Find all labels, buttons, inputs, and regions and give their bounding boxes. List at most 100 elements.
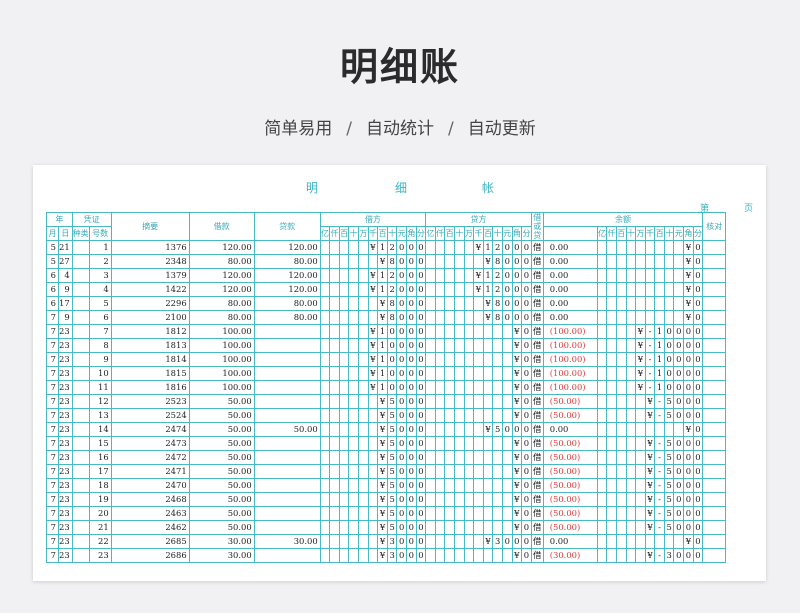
cell-credit-digit (463, 296, 475, 311)
cell-balance-digit (606, 450, 617, 465)
cell-balance-digit: 0 (692, 240, 704, 255)
cell-credit-digit (501, 464, 513, 479)
cell-credit-digit (492, 352, 503, 367)
cell-direction: 借 (530, 464, 544, 479)
cell-balance-digit (606, 324, 617, 339)
cell-day: 17 (58, 296, 73, 311)
cell-voucher-number: 19 (88, 492, 112, 507)
cell-credit-digit: 0 (521, 520, 532, 535)
cell-credit-digit (444, 520, 455, 535)
cell-balance-digit (615, 478, 627, 493)
cell-balance-digit: - (654, 450, 665, 465)
cell-debit-digit: 0 (415, 408, 427, 423)
cell-balance-digit (635, 254, 646, 269)
cell-balance-digit: 0 (673, 520, 685, 535)
cell-debit-digit (319, 296, 331, 311)
cell-debit-digit (338, 548, 350, 563)
cell-credit-digit (501, 548, 513, 563)
cell-credit-digit (434, 436, 446, 451)
cell-credit-digit (473, 548, 484, 563)
cell-debit-digit (319, 338, 331, 353)
header-kind: 种类 (71, 226, 90, 241)
cell-balance-digit (625, 506, 637, 521)
cell-debit-digit: 0 (415, 338, 427, 353)
cell-check (702, 422, 727, 437)
cell-direction: 借 (530, 366, 544, 381)
cell-credit-digit (473, 310, 484, 325)
cell-credit-digit (492, 338, 503, 353)
cell-debit-digit: 0 (415, 324, 427, 339)
cell-debit-digit (348, 520, 360, 535)
cell-credit-digit (492, 506, 503, 521)
cell-credit-digit: 0 (521, 450, 532, 465)
cell-debit-digit (348, 394, 360, 409)
cell-credit-digit (473, 436, 484, 451)
cell-voucher-number: 12 (88, 394, 112, 409)
tag-separator: / (448, 119, 454, 139)
cell-balance-digit (635, 268, 646, 283)
cell-debit-digit (358, 240, 369, 255)
cell-credit-digit (463, 366, 475, 381)
cell-balance-digit: 0 (692, 408, 704, 423)
cell-debit-digit: ¥ (367, 282, 379, 297)
cell-debit-digit (319, 478, 331, 493)
cell-debit-digit: ¥ (377, 492, 388, 507)
cell-balance-digit: 0 (683, 464, 694, 479)
cell-month: 7 (46, 338, 59, 353)
cell-balance-digit (596, 324, 608, 339)
cell-credit-digit (425, 282, 436, 297)
cell-debit-digit: 0 (406, 408, 417, 423)
cell-balance-digit (615, 240, 627, 255)
cell-debit: 100.00 (188, 352, 255, 367)
cell-credit-digit (473, 380, 484, 395)
cell-credit-digit: 0 (511, 268, 523, 283)
cell-check (702, 282, 727, 297)
cell-balance-digit (596, 408, 608, 423)
cell-balance-digit: 1 (654, 338, 665, 353)
cell-credit-digit: ¥ (511, 548, 523, 563)
cell-debit-digit: 5 (386, 422, 398, 437)
cell-balance: (50.00) (542, 450, 598, 465)
cell-balance: (100.00) (542, 352, 598, 367)
cell-balance-digit: - (644, 380, 656, 395)
cell-balance-digit: 0 (692, 478, 704, 493)
cell-debit-digit: 0 (415, 436, 427, 451)
cell-balance-digit (654, 282, 665, 297)
cell-debit-digit: 5 (386, 450, 398, 465)
cell-summary: 1814 (110, 352, 190, 367)
header-debit: 借款 (188, 212, 255, 241)
cell-debit-digit: 1 (377, 366, 388, 381)
cell-credit-digit (444, 338, 455, 353)
cell-debit-digit (319, 380, 331, 395)
cell-month: 7 (46, 478, 59, 493)
cell-balance-digit (663, 296, 675, 311)
cell-balance-digit (596, 492, 608, 507)
cell-debit-digit: 2 (386, 268, 398, 283)
cell-debit: 120.00 (188, 240, 255, 255)
cell-credit-digit (463, 520, 475, 535)
cell-credit-digit (425, 394, 436, 409)
cell-debit-digit: 0 (415, 464, 427, 479)
cell-credit-digit (454, 310, 465, 325)
tag-easy: 简单易用 (264, 119, 333, 139)
cell-balance-digit (673, 310, 685, 325)
header-digit: 仟 (329, 226, 340, 241)
cell-credit-digit (492, 492, 503, 507)
cell-balance-digit (625, 380, 637, 395)
cell-credit-digit: 8 (492, 254, 503, 269)
cell-summary: 1816 (110, 380, 190, 395)
cell-debit-digit (358, 422, 369, 437)
cell-debit-digit: 0 (406, 282, 417, 297)
cell-balance-digit (606, 408, 617, 423)
cell-debit: 80.00 (188, 254, 255, 269)
cell-debit-digit (319, 436, 331, 451)
cell-credit-digit (454, 408, 465, 423)
cell-summary: 1815 (110, 366, 190, 381)
cell-credit (253, 352, 321, 367)
cell-summary: 2348 (110, 254, 190, 269)
cell-credit-digit (454, 240, 465, 255)
cell-credit-digit (425, 464, 436, 479)
cell-balance-digit: 0 (692, 450, 704, 465)
cell-credit-digit: 0 (521, 268, 532, 283)
cell-debit: 100.00 (188, 338, 255, 353)
